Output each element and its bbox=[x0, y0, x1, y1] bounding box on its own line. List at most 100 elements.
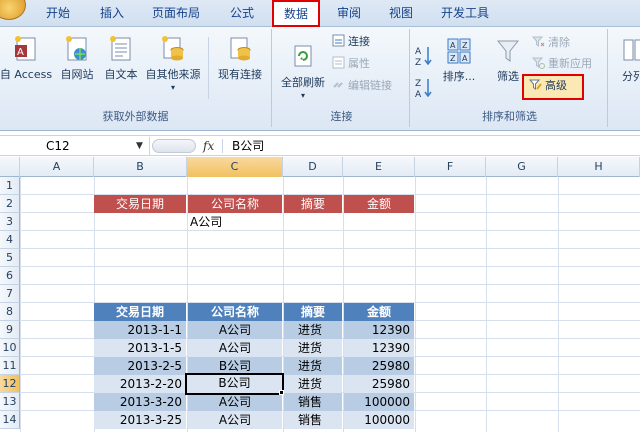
table-cell[interactable]: 进货 bbox=[284, 321, 342, 339]
row-header-2[interactable]: 2 bbox=[0, 195, 20, 213]
column-header-a[interactable]: A bbox=[20, 157, 94, 177]
tab-insert[interactable]: 插入 bbox=[100, 0, 124, 27]
active-cell-c12[interactable]: B公司 bbox=[185, 373, 284, 395]
criteria-header-amount[interactable]: 金额 bbox=[344, 195, 414, 213]
edit-links-button[interactable]: 编辑链接 bbox=[332, 77, 392, 95]
reapply-button[interactable]: 重新应用 bbox=[531, 55, 592, 73]
table-cell[interactable]: A公司 bbox=[188, 393, 282, 411]
column-header-f[interactable]: F bbox=[415, 157, 486, 177]
from-web-button[interactable]: 自网站 bbox=[56, 35, 98, 82]
advanced-filter-button[interactable]: 高级 bbox=[522, 74, 584, 100]
row-header-4[interactable]: 4 bbox=[0, 231, 20, 249]
tab-review[interactable]: 审阅 bbox=[337, 0, 361, 27]
tab-page-layout[interactable]: 页面布局 bbox=[152, 0, 200, 27]
table-cell[interactable]: B公司 bbox=[188, 357, 282, 375]
criteria-header-summary[interactable]: 摘要 bbox=[284, 195, 342, 213]
text-to-columns-button[interactable]: 分列 bbox=[616, 37, 640, 84]
table-cell[interactable]: 2013-1-5 bbox=[94, 339, 186, 357]
gridline bbox=[20, 266, 640, 267]
table-cell[interactable]: 2013-2-5 bbox=[94, 357, 186, 375]
table-cell[interactable]: 12390 bbox=[344, 339, 414, 357]
chevron-down-icon[interactable]: ▼ bbox=[136, 141, 143, 151]
group-label-sort-filter: 排序和筛选 bbox=[482, 110, 537, 123]
clear-filter-button[interactable]: 清除 bbox=[531, 34, 570, 52]
select-all-corner[interactable] bbox=[0, 157, 20, 177]
name-box[interactable]: C12 bbox=[0, 137, 150, 155]
svg-text:Z: Z bbox=[415, 58, 421, 68]
table-cell[interactable]: 2013-3-25 bbox=[94, 411, 186, 429]
row-header-3[interactable]: 3 bbox=[0, 213, 20, 231]
filter-button[interactable]: 筛选 bbox=[488, 37, 528, 84]
data-header-company[interactable]: 公司名称 bbox=[188, 303, 282, 321]
row-header-9[interactable]: 9 bbox=[0, 321, 20, 339]
data-header-amount[interactable]: 金额 bbox=[344, 303, 414, 321]
table-cell[interactable]: 100000 bbox=[344, 411, 414, 429]
row-header-12[interactable]: 12 bbox=[0, 375, 20, 393]
table-cell[interactable]: 25980 bbox=[344, 357, 414, 375]
gridline bbox=[20, 248, 640, 249]
tab-data[interactable]: 数据 bbox=[272, 0, 320, 27]
table-cell[interactable]: A公司 bbox=[188, 339, 282, 357]
sort-az-button[interactable]: AZ bbox=[414, 43, 434, 69]
column-header-d[interactable]: D bbox=[283, 157, 343, 177]
row-header-8[interactable]: 8 bbox=[0, 303, 20, 321]
ribbon-tab-bar: 开始 插入 页面布局 公式 数据 审阅 视图 开发工具 bbox=[0, 0, 640, 27]
office-button[interactable] bbox=[0, 0, 26, 20]
row-header-14[interactable]: 14 bbox=[0, 411, 20, 429]
table-cell[interactable]: 2013-1-1 bbox=[94, 321, 186, 339]
row-header-5[interactable]: 5 bbox=[0, 249, 20, 267]
svg-text:A: A bbox=[415, 47, 422, 57]
table-cell[interactable]: A公司 bbox=[188, 411, 282, 429]
tab-home[interactable]: 开始 bbox=[46, 0, 70, 27]
tab-view[interactable]: 视图 bbox=[389, 0, 413, 27]
tab-formulas[interactable]: 公式 bbox=[230, 0, 254, 27]
row-header-11[interactable]: 11 bbox=[0, 357, 20, 375]
column-header-b[interactable]: B bbox=[94, 157, 187, 177]
existing-connections-button[interactable]: 现有连接 bbox=[212, 35, 268, 82]
refresh-all-button[interactable]: 全部刷新 ▾ bbox=[276, 43, 330, 100]
data-header-date[interactable]: 交易日期 bbox=[94, 303, 186, 321]
row-header-10[interactable]: 10 bbox=[0, 339, 20, 357]
sort-button[interactable]: AZZA 排序... bbox=[438, 37, 480, 84]
table-cell[interactable]: 销售 bbox=[284, 393, 342, 411]
criteria-header-company[interactable]: 公司名称 bbox=[188, 195, 282, 213]
table-cell[interactable]: 进货 bbox=[284, 339, 342, 357]
criteria-value-company[interactable]: A公司 bbox=[188, 213, 282, 231]
insert-function-icon[interactable]: fx bbox=[203, 137, 214, 155]
data-header-summary[interactable]: 摘要 bbox=[284, 303, 342, 321]
table-cell[interactable]: 销售 bbox=[284, 411, 342, 429]
row-header-13[interactable]: 13 bbox=[0, 393, 20, 411]
properties-button[interactable]: 属性 bbox=[332, 55, 370, 73]
table-cell[interactable]: 2013-3-20 bbox=[94, 393, 186, 411]
table-cell[interactable]: 进货 bbox=[284, 375, 342, 393]
table-cell[interactable]: A公司 bbox=[188, 321, 282, 339]
row-header-1[interactable]: 1 bbox=[0, 177, 20, 195]
from-other-sources-button[interactable]: 自其他来源 ▾ bbox=[142, 35, 204, 92]
column-header-h[interactable]: H bbox=[558, 157, 640, 177]
from-access-button[interactable]: A 自 Access bbox=[0, 35, 54, 82]
sort-descending-icon: ZA bbox=[415, 79, 432, 100]
table-cell[interactable]: 100000 bbox=[344, 393, 414, 411]
column-header-e[interactable]: E bbox=[343, 157, 415, 177]
formula-bar-splitter[interactable] bbox=[152, 139, 196, 153]
tab-developer[interactable]: 开发工具 bbox=[441, 0, 489, 27]
svg-text:A: A bbox=[415, 90, 422, 100]
access-icon: A bbox=[13, 35, 39, 63]
gridline bbox=[415, 177, 416, 432]
worksheet-grid[interactable]: 交易日期 公司名称 摘要 金额 A公司 交易日期 公司名称 摘要 金额 2013… bbox=[20, 177, 640, 432]
table-cell[interactable]: 进货 bbox=[284, 357, 342, 375]
svg-text:Z: Z bbox=[450, 54, 456, 63]
column-header-g[interactable]: G bbox=[486, 157, 558, 177]
row-header-6[interactable]: 6 bbox=[0, 267, 20, 285]
table-cell[interactable]: 12390 bbox=[344, 321, 414, 339]
fill-handle[interactable] bbox=[279, 390, 284, 395]
sort-za-button[interactable]: ZA bbox=[414, 75, 434, 101]
formula-input[interactable]: B公司 bbox=[232, 137, 264, 155]
column-header-c[interactable]: C bbox=[187, 157, 283, 177]
connections-button[interactable]: 连接 bbox=[332, 33, 370, 51]
table-cell[interactable]: 2013-2-20 bbox=[94, 375, 186, 393]
criteria-header-date[interactable]: 交易日期 bbox=[94, 195, 186, 213]
from-text-button[interactable]: 自文本 bbox=[100, 35, 142, 82]
table-cell[interactable]: 25980 bbox=[344, 375, 414, 393]
row-header-7[interactable]: 7 bbox=[0, 285, 20, 303]
